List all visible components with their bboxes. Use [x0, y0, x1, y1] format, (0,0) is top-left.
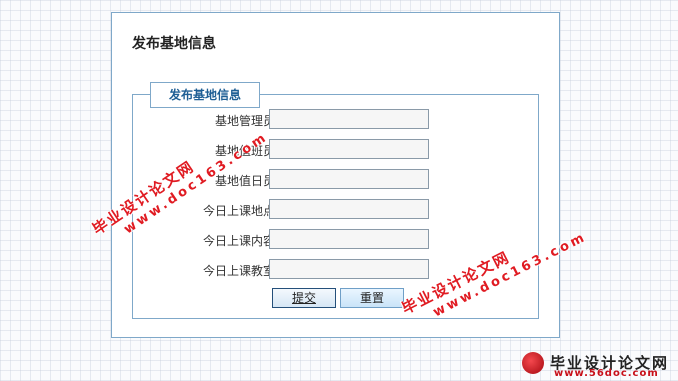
form-row-classroom: 今日上课教室： [133, 259, 540, 281]
duty-staff-input[interactable] [269, 139, 429, 159]
admin-input[interactable] [269, 109, 429, 129]
classroom-input[interactable] [269, 259, 429, 279]
reset-button[interactable]: 重置 [340, 288, 404, 308]
form-row-admin: 基地管理员： [133, 109, 540, 131]
main-panel: 发布基地信息 发布基地信息 基地管理员： 基地值班员： 基地值日员： 今日上课地… [111, 12, 560, 338]
submit-button[interactable]: 提交 [272, 288, 336, 308]
class-content-input[interactable] [269, 229, 429, 249]
form-row-class-content: 今日上课内容： [133, 229, 540, 251]
footer-logo-text: 毕业设计论文网 [550, 354, 670, 372]
logo-mark-icon [522, 352, 544, 374]
form-row-daily-staff: 基地值日员： [133, 169, 540, 191]
base-info-fieldset: 发布基地信息 基地管理员： 基地值班员： 基地值日员： 今日上课地点： 今日上课… [132, 82, 540, 319]
class-location-input[interactable] [269, 199, 429, 219]
form-row-class-location: 今日上课地点： [133, 199, 540, 221]
daily-staff-input[interactable] [269, 169, 429, 189]
footer-logo-url: www.56doc.com [554, 368, 659, 379]
page-title: 发布基地信息 [132, 36, 216, 52]
fieldset-legend: 发布基地信息 [150, 82, 261, 108]
form-row-duty-staff: 基地值班员： [133, 139, 540, 161]
footer-logo: 毕业设计论文网 www.56doc.com [520, 352, 678, 380]
